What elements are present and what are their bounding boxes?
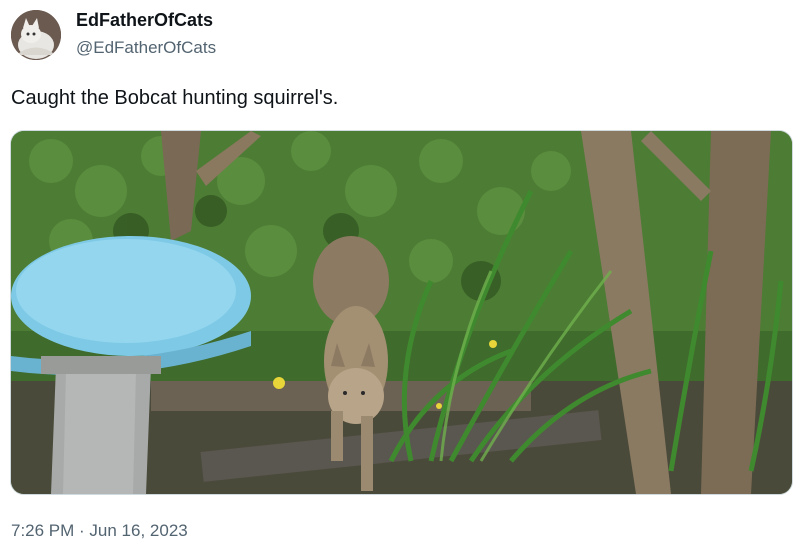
cat-avatar-icon bbox=[11, 10, 61, 60]
avatar[interactable] bbox=[11, 10, 61, 60]
display-name[interactable]: EdFatherOfCats bbox=[76, 10, 213, 31]
tweet-text: Caught the Bobcat hunting squirrel's. bbox=[11, 87, 339, 109]
tweet-photo[interactable] bbox=[10, 130, 793, 495]
handle[interactable]: @EdFatherOfCats bbox=[76, 38, 216, 58]
bobcat-photo-image bbox=[11, 131, 792, 494]
timestamp[interactable]: 7:26 PM · Jun 16, 2023 bbox=[11, 521, 188, 541]
